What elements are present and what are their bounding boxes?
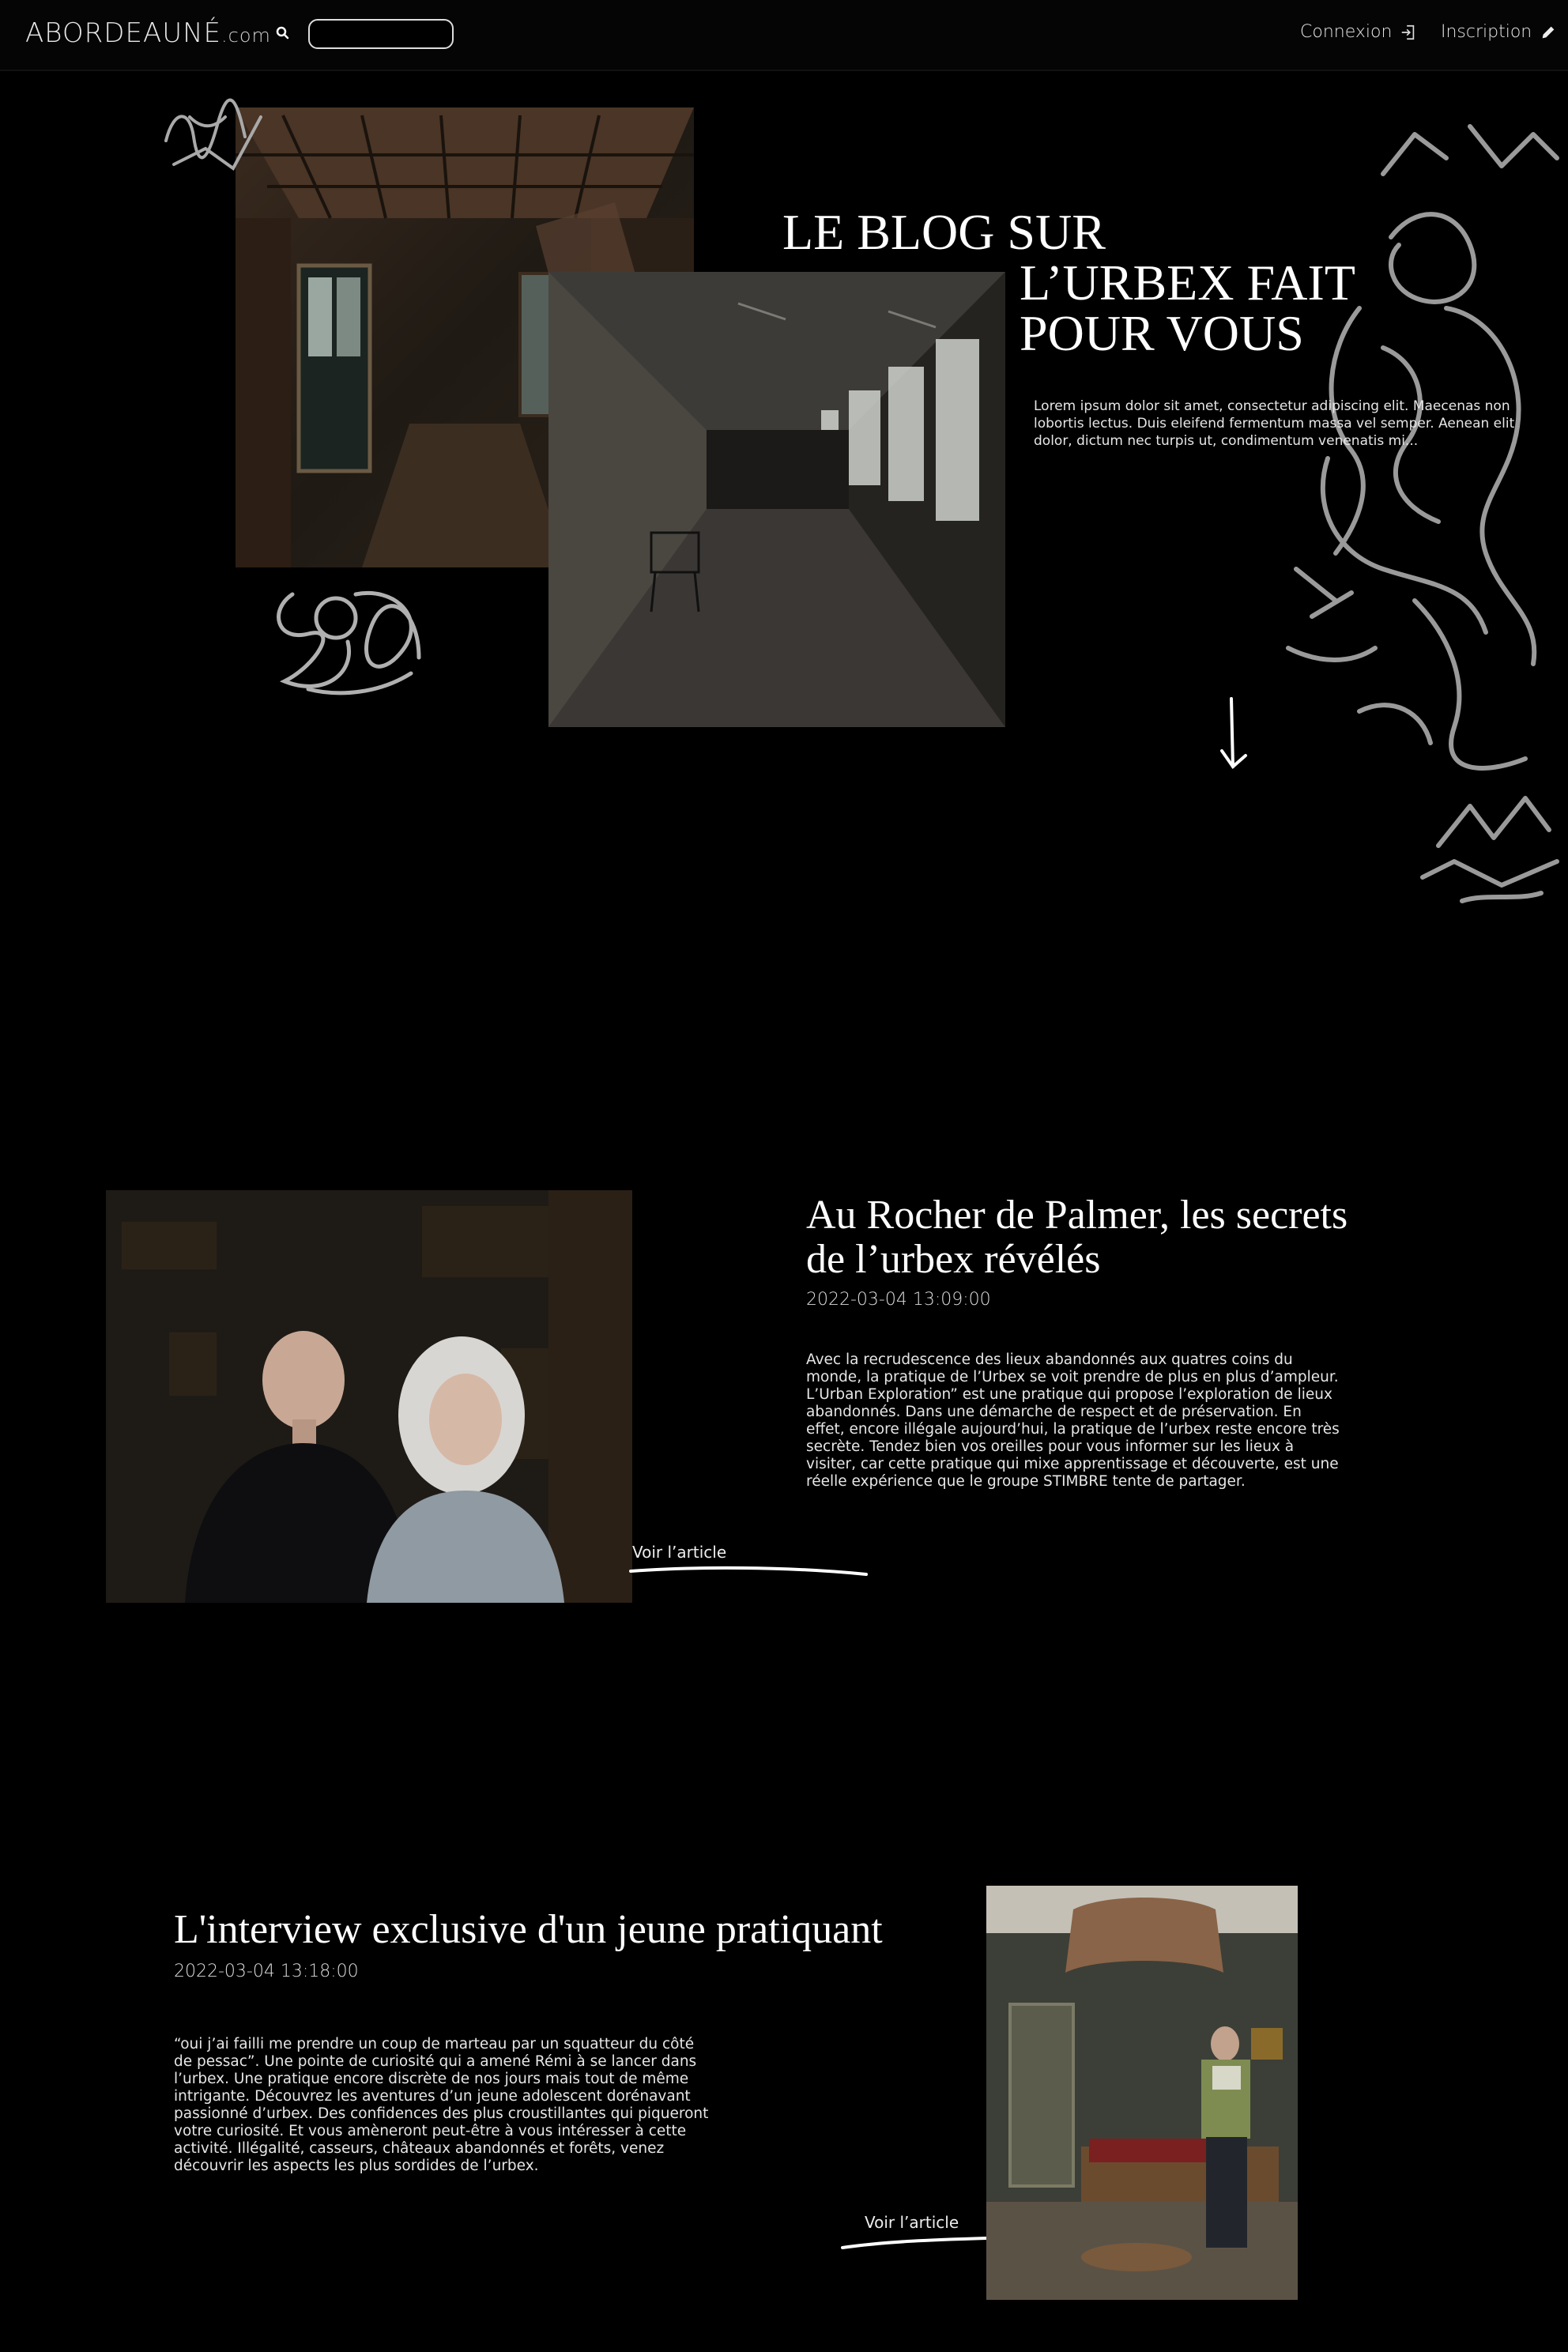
article-2-underline xyxy=(841,2237,988,2249)
article-1-excerpt: Avec la recrudescence des lieux abandonn… xyxy=(806,1351,1340,1490)
signup-link[interactable]: Inscription xyxy=(1441,22,1557,42)
brand-suffix: .com xyxy=(221,24,271,47)
hero-title-line3: POUR VOUS xyxy=(1020,305,1304,361)
site-logo[interactable]: ABORDEAUNÉ.com xyxy=(25,17,271,49)
login-icon xyxy=(1402,24,1415,40)
hero-title: LE BLOG SUR L’URBEX FAIT POUR VOUS xyxy=(782,207,1399,359)
signup-label: Inscription xyxy=(1441,22,1532,42)
login-label: Connexion xyxy=(1300,22,1393,42)
page: ABORDEAUNÉ.com Connexion Inscription LE … xyxy=(0,0,1568,2352)
article-1-underline xyxy=(629,1566,868,1576)
hero-intro-text: Lorem ipsum dolor sit amet, consectetur … xyxy=(1034,398,1515,449)
graffiti-tag-top xyxy=(164,98,262,171)
article-2-excerpt: “oui j’ai failli me prendre un coup de m… xyxy=(174,2036,709,2174)
hero-title-line2: L’URBEX FAIT xyxy=(1020,254,1355,311)
search-icon[interactable] xyxy=(273,24,292,43)
article-1-photo[interactable] xyxy=(106,1190,632,1603)
article-1-title-line2: de l’urbex révélés xyxy=(806,1237,1101,1282)
brand-main: ABORDEAUNÉ xyxy=(25,17,222,49)
article-2-title[interactable]: L'interview exclusive d'un jeune pratiqu… xyxy=(174,1908,964,1952)
article-2-read-more-link[interactable]: Voir l’article xyxy=(865,2213,959,2232)
pencil-icon xyxy=(1542,26,1555,38)
article-2-photo[interactable] xyxy=(986,1886,1298,2300)
graffiti-tag-bottom xyxy=(277,591,421,695)
article-1-date: 2022-03-04 13:09:00 xyxy=(806,1290,991,1310)
top-bar: ABORDEAUNÉ.com Connexion Inscription xyxy=(0,0,1568,71)
article-1-read-more-link[interactable]: Voir l’article xyxy=(632,1543,726,1562)
article-1-title-line1: Au Rocher de Palmer, les secrets xyxy=(806,1193,1348,1238)
hero-title-line1: LE BLOG SUR xyxy=(782,204,1106,260)
article-1-title[interactable]: Au Rocher de Palmer, les secrets de l’ur… xyxy=(806,1193,1454,1282)
login-link[interactable]: Connexion xyxy=(1300,22,1417,42)
search-input[interactable] xyxy=(308,19,454,49)
article-2-date: 2022-03-04 13:18:00 xyxy=(174,1962,359,1981)
arrow-down-icon[interactable] xyxy=(1217,695,1249,771)
